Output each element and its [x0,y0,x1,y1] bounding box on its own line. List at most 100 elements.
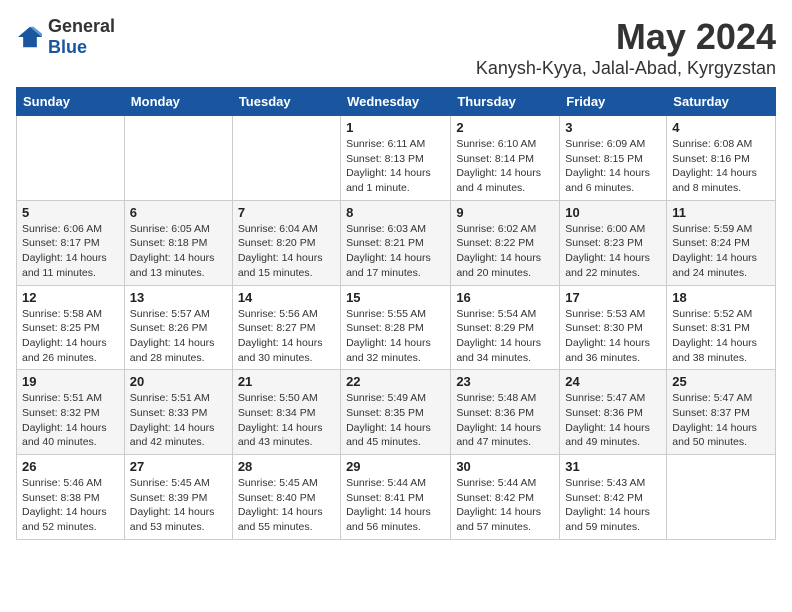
calendar-cell: 7 Sunrise: 6:04 AM Sunset: 8:20 PM Daylig… [232,200,340,285]
header-monday: Monday [124,88,232,116]
calendar-header-row: SundayMondayTuesdayWednesdayThursdayFrid… [17,88,776,116]
day-number: 13 [130,290,227,305]
cell-sun-info: Sunrise: 5:44 AM Sunset: 8:41 PM Dayligh… [346,476,445,535]
cell-sun-info: Sunrise: 6:05 AM Sunset: 8:18 PM Dayligh… [130,222,227,281]
calendar-cell [124,116,232,201]
calendar-cell: 27 Sunrise: 5:45 AM Sunset: 8:39 PM Dayli… [124,455,232,540]
calendar-cell: 20 Sunrise: 5:51 AM Sunset: 8:33 PM Dayli… [124,370,232,455]
calendar-week-row: 19Sunrise: 5:51 AM Sunset: 8:32 PM Dayli… [17,370,776,455]
calendar-cell: 2 Sunrise: 6:10 AM Sunset: 8:14 PM Daylig… [451,116,560,201]
calendar-cell: 9 Sunrise: 6:02 AM Sunset: 8:22 PM Daylig… [451,200,560,285]
cell-sun-info: Sunrise: 5:53 AM Sunset: 8:30 PM Dayligh… [565,307,661,366]
calendar-cell: 31Sunrise: 5:43 AM Sunset: 8:42 PM Dayli… [560,455,667,540]
day-number: 30 [456,459,554,474]
cell-sun-info: Sunrise: 5:47 AM Sunset: 8:36 PM Dayligh… [565,391,661,450]
cell-sun-info: Sunrise: 5:54 AM Sunset: 8:29 PM Dayligh… [456,307,554,366]
day-number: 6 [130,205,227,220]
calendar-week-row: 26 Sunrise: 5:46 AM Sunset: 8:38 PM Dayli… [17,455,776,540]
day-number: 31 [565,459,661,474]
calendar-cell: 10Sunrise: 6:00 AM Sunset: 8:23 PM Dayli… [560,200,667,285]
calendar-cell: 5 Sunrise: 6:06 AM Sunset: 8:17 PM Daylig… [17,200,125,285]
cell-sun-info: Sunrise: 6:09 AM Sunset: 8:15 PM Dayligh… [565,137,661,196]
header-saturday: Saturday [667,88,776,116]
calendar-cell: 12 Sunrise: 5:58 AM Sunset: 8:25 PM Dayli… [17,285,125,370]
day-number: 3 [565,120,661,135]
calendar-cell: 26 Sunrise: 5:46 AM Sunset: 8:38 PM Dayli… [17,455,125,540]
day-number: 23 [456,374,554,389]
day-number: 26 [22,459,119,474]
calendar-table: SundayMondayTuesdayWednesdayThursdayFrid… [16,87,776,540]
header-wednesday: Wednesday [341,88,451,116]
calendar-cell: 23Sunrise: 5:48 AM Sunset: 8:36 PM Dayli… [451,370,560,455]
calendar-week-row: 1 Sunrise: 6:11 AM Sunset: 8:13 PM Daylig… [17,116,776,201]
day-number: 24 [565,374,661,389]
calendar-cell: 29 Sunrise: 5:44 AM Sunset: 8:41 PM Dayli… [341,455,451,540]
calendar-cell: 19Sunrise: 5:51 AM Sunset: 8:32 PM Dayli… [17,370,125,455]
day-number: 15 [346,290,445,305]
cell-sun-info: Sunrise: 5:49 AM Sunset: 8:35 PM Dayligh… [346,391,445,450]
day-number: 7 [238,205,335,220]
calendar-cell: 15Sunrise: 5:55 AM Sunset: 8:28 PM Dayli… [341,285,451,370]
cell-sun-info: Sunrise: 5:59 AM Sunset: 8:24 PM Dayligh… [672,222,770,281]
calendar-week-row: 12 Sunrise: 5:58 AM Sunset: 8:25 PM Dayli… [17,285,776,370]
cell-sun-info: Sunrise: 6:08 AM Sunset: 8:16 PM Dayligh… [672,137,770,196]
cell-sun-info: Sunrise: 6:03 AM Sunset: 8:21 PM Dayligh… [346,222,445,281]
cell-sun-info: Sunrise: 6:04 AM Sunset: 8:20 PM Dayligh… [238,222,335,281]
day-number: 27 [130,459,227,474]
title-block: May 2024 Kanysh-Kyya, Jalal-Abad, Kyrgyz… [476,16,776,79]
day-number: 12 [22,290,119,305]
general-blue-logo-icon [16,25,44,49]
calendar-cell: 14Sunrise: 5:56 AM Sunset: 8:27 PM Dayli… [232,285,340,370]
page-header: General Blue May 2024 Kanysh-Kyya, Jalal… [16,16,776,79]
cell-sun-info: Sunrise: 5:45 AM Sunset: 8:39 PM Dayligh… [130,476,227,535]
month-year-title: May 2024 [476,16,776,58]
calendar-cell: 22Sunrise: 5:49 AM Sunset: 8:35 PM Dayli… [341,370,451,455]
day-number: 28 [238,459,335,474]
cell-sun-info: Sunrise: 6:10 AM Sunset: 8:14 PM Dayligh… [456,137,554,196]
day-number: 17 [565,290,661,305]
day-number: 16 [456,290,554,305]
day-number: 1 [346,120,445,135]
cell-sun-info: Sunrise: 5:45 AM Sunset: 8:40 PM Dayligh… [238,476,335,535]
logo-general: General [48,16,115,36]
calendar-cell: 8Sunrise: 6:03 AM Sunset: 8:21 PM Daylig… [341,200,451,285]
header-sunday: Sunday [17,88,125,116]
calendar-cell: 18 Sunrise: 5:52 AM Sunset: 8:31 PM Dayli… [667,285,776,370]
day-number: 25 [672,374,770,389]
day-number: 20 [130,374,227,389]
cell-sun-info: Sunrise: 5:51 AM Sunset: 8:33 PM Dayligh… [130,391,227,450]
location-subtitle: Kanysh-Kyya, Jalal-Abad, Kyrgyzstan [476,58,776,79]
day-number: 18 [672,290,770,305]
cell-sun-info: Sunrise: 6:02 AM Sunset: 8:22 PM Dayligh… [456,222,554,281]
calendar-cell: 1 Sunrise: 6:11 AM Sunset: 8:13 PM Daylig… [341,116,451,201]
calendar-cell: 11Sunrise: 5:59 AM Sunset: 8:24 PM Dayli… [667,200,776,285]
calendar-week-row: 5 Sunrise: 6:06 AM Sunset: 8:17 PM Daylig… [17,200,776,285]
cell-sun-info: Sunrise: 5:58 AM Sunset: 8:25 PM Dayligh… [22,307,119,366]
logo-text: General Blue [48,16,115,58]
logo-blue: Blue [48,37,87,57]
calendar-cell [232,116,340,201]
calendar-cell: 3 Sunrise: 6:09 AM Sunset: 8:15 PM Daylig… [560,116,667,201]
cell-sun-info: Sunrise: 6:00 AM Sunset: 8:23 PM Dayligh… [565,222,661,281]
day-number: 5 [22,205,119,220]
calendar-cell [667,455,776,540]
calendar-cell: 25 Sunrise: 5:47 AM Sunset: 8:37 PM Dayli… [667,370,776,455]
day-number: 2 [456,120,554,135]
calendar-cell: 6 Sunrise: 6:05 AM Sunset: 8:18 PM Daylig… [124,200,232,285]
cell-sun-info: Sunrise: 5:46 AM Sunset: 8:38 PM Dayligh… [22,476,119,535]
cell-sun-info: Sunrise: 5:47 AM Sunset: 8:37 PM Dayligh… [672,391,770,450]
day-number: 4 [672,120,770,135]
header-tuesday: Tuesday [232,88,340,116]
cell-sun-info: Sunrise: 6:06 AM Sunset: 8:17 PM Dayligh… [22,222,119,281]
header-friday: Friday [560,88,667,116]
calendar-cell: 28 Sunrise: 5:45 AM Sunset: 8:40 PM Dayli… [232,455,340,540]
calendar-cell: 16 Sunrise: 5:54 AM Sunset: 8:29 PM Dayli… [451,285,560,370]
cell-sun-info: Sunrise: 5:44 AM Sunset: 8:42 PM Dayligh… [456,476,554,535]
day-number: 29 [346,459,445,474]
cell-sun-info: Sunrise: 5:52 AM Sunset: 8:31 PM Dayligh… [672,307,770,366]
cell-sun-info: Sunrise: 6:11 AM Sunset: 8:13 PM Dayligh… [346,137,445,196]
calendar-cell: 21Sunrise: 5:50 AM Sunset: 8:34 PM Dayli… [232,370,340,455]
header-thursday: Thursday [451,88,560,116]
day-number: 19 [22,374,119,389]
day-number: 9 [456,205,554,220]
